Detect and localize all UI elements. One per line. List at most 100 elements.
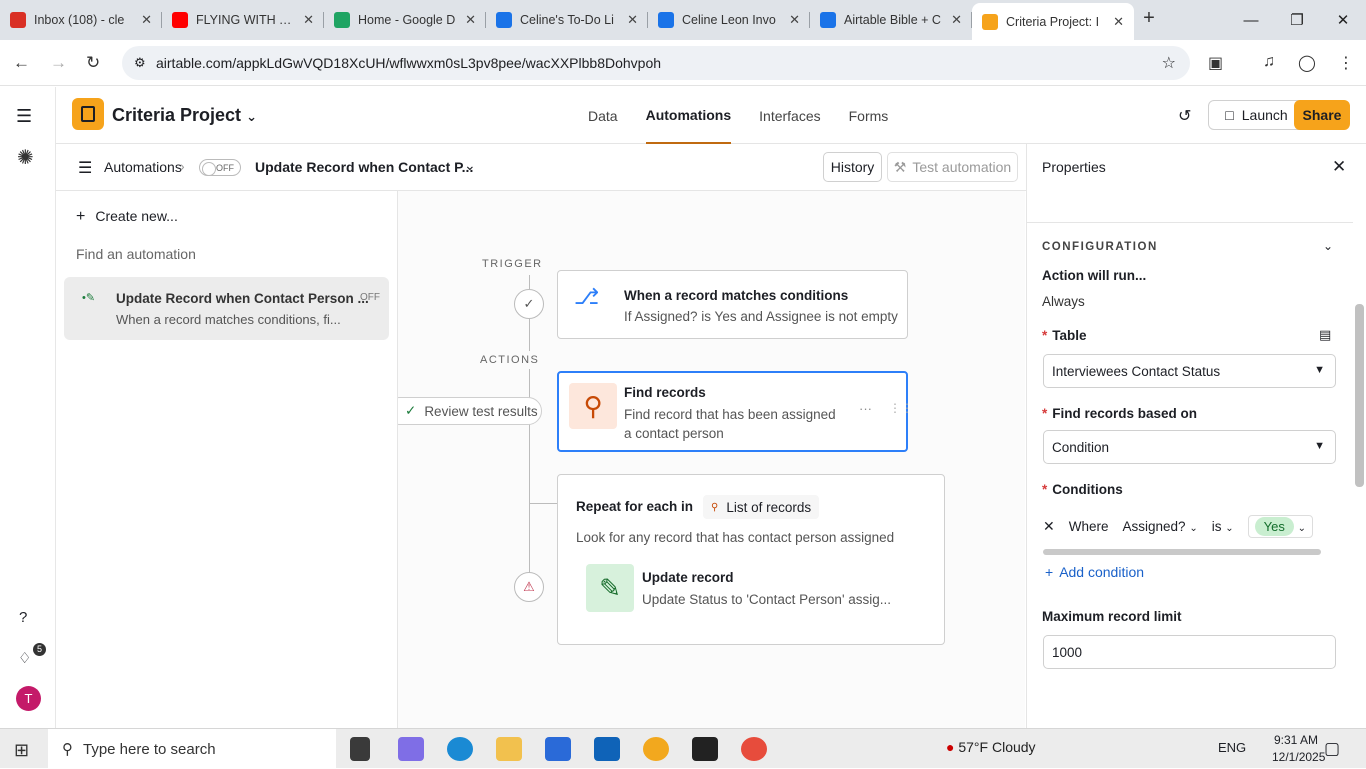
connector bbox=[529, 503, 557, 504]
browser-tab[interactable]: FLYING WITH TH ✕ bbox=[162, 3, 324, 37]
automation-name[interactable]: Update Record when Contact P... bbox=[255, 159, 473, 175]
base-logo-icon[interactable] bbox=[72, 98, 104, 130]
find-desc: Find record that has been assigned bbox=[624, 407, 836, 422]
language-indicator[interactable]: ENG bbox=[1218, 740, 1246, 755]
find-automation-input[interactable]: Find an automation bbox=[76, 246, 196, 262]
automation-toggle[interactable]: OFF bbox=[199, 159, 241, 176]
minimize-icon[interactable]: — bbox=[1228, 0, 1274, 40]
copilot-icon[interactable] bbox=[398, 737, 424, 761]
plus-icon: + bbox=[76, 208, 86, 225]
properties-panel: Properties ✕ CONFIGURATION ⌄ Action will… bbox=[1026, 144, 1366, 728]
weather-text[interactable]: 57°F Cloudy bbox=[958, 739, 1035, 755]
history-button[interactable]: History bbox=[823, 152, 882, 182]
table-select[interactable]: Interviewees Contact Status ▼ bbox=[1043, 354, 1336, 388]
warning-icon: ⚠ bbox=[514, 572, 544, 602]
share-button[interactable]: Share bbox=[1294, 100, 1350, 130]
revision-history-icon[interactable]: ↺ bbox=[1178, 106, 1191, 126]
chevron-down-icon[interactable]: ⌄ bbox=[1323, 239, 1333, 253]
close-tab-icon[interactable]: ✕ bbox=[951, 12, 962, 28]
chrome-icon[interactable] bbox=[741, 737, 767, 761]
tab-forms[interactable]: Forms bbox=[849, 87, 889, 144]
flask-icon: ⚒ bbox=[893, 158, 907, 175]
close-tab-icon[interactable]: ✕ bbox=[303, 12, 314, 28]
back-icon[interactable]: ← bbox=[13, 53, 30, 73]
create-new-button[interactable]: + Create new... bbox=[76, 208, 178, 226]
media-icon[interactable]: ♫ bbox=[1263, 53, 1275, 71]
restore-icon[interactable]: ❐ bbox=[1274, 0, 1320, 40]
launch-button[interactable]: □ Launch bbox=[1208, 100, 1305, 130]
menu-icon[interactable]: ⋮ bbox=[1338, 53, 1354, 73]
omni-icon[interactable]: ✺ bbox=[17, 145, 34, 170]
clock[interactable]: 9:31 AM 12/1/2025 bbox=[1272, 732, 1325, 766]
find-based-select[interactable]: Condition ▼ bbox=[1043, 430, 1336, 464]
condition-value-select[interactable]: Yes ⌄ bbox=[1247, 514, 1313, 538]
browser-tab[interactable]: Inbox (108) - cle ✕ bbox=[0, 3, 162, 37]
sticky-app-icon[interactable] bbox=[692, 737, 718, 761]
remove-condition-icon[interactable]: ✕ bbox=[1043, 518, 1055, 535]
automation-list-item[interactable]: •✎ Update Record when Contact Person ...… bbox=[64, 277, 389, 340]
url-field[interactable]: ⚙ airtable.com/appkLdGwVQD18XcUH/wflwwxm… bbox=[122, 46, 1190, 80]
home-icon[interactable]: ☰ bbox=[16, 106, 32, 127]
more-icon[interactable]: ··· bbox=[859, 401, 872, 416]
chevron-down-icon: ▼ bbox=[1314, 364, 1325, 376]
search-icon: ⚲ bbox=[711, 501, 719, 513]
tab-interfaces[interactable]: Interfaces bbox=[759, 87, 820, 144]
trigger-card[interactable]: ⎇ When a record matches conditions If As… bbox=[557, 270, 908, 339]
edge-icon[interactable] bbox=[447, 737, 473, 761]
tab-favicon-icon bbox=[820, 12, 836, 28]
find-records-card[interactable]: ⚲ Find records Find record that has been… bbox=[557, 371, 913, 452]
scrollbar[interactable] bbox=[1355, 304, 1364, 487]
close-tab-icon[interactable]: ✕ bbox=[465, 12, 476, 28]
forward-icon[interactable]: → bbox=[50, 53, 67, 73]
outlook-icon[interactable] bbox=[594, 737, 620, 761]
close-tab-icon[interactable]: ✕ bbox=[627, 12, 638, 28]
drag-handle-icon[interactable]: ⋮⋮ bbox=[889, 401, 913, 415]
close-tab-icon[interactable]: ✕ bbox=[789, 12, 800, 28]
list-token[interactable]: ⚲ List of records bbox=[703, 495, 820, 519]
close-tab-icon[interactable]: ✕ bbox=[1113, 14, 1124, 30]
task-view-icon[interactable] bbox=[350, 737, 370, 761]
browser-tab[interactable]: Home - Google D ✕ bbox=[324, 3, 486, 37]
repeat-card[interactable]: Repeat for each in ⚲ List of records Look… bbox=[557, 474, 945, 645]
browser-tab[interactable]: Celine Leon Invo ✕ bbox=[648, 3, 810, 37]
app-icon[interactable] bbox=[643, 737, 669, 761]
max-record-input[interactable]: 1000 bbox=[1043, 635, 1336, 669]
test-automation-button[interactable]: ⚒ Test automation bbox=[887, 152, 1018, 182]
add-condition-button[interactable]: + Add condition bbox=[1045, 564, 1144, 580]
avatar[interactable]: T bbox=[16, 686, 41, 711]
tab-favicon-icon bbox=[10, 12, 26, 28]
bookmark-star-icon[interactable]: ☆ bbox=[1162, 53, 1176, 73]
reload-icon[interactable]: ↻ bbox=[86, 53, 100, 73]
windows-start-icon[interactable]: ⊞ bbox=[14, 740, 29, 761]
horizontal-scrollbar[interactable] bbox=[1043, 549, 1321, 555]
browser-tab[interactable]: Airtable Bible + C ✕ bbox=[810, 3, 972, 37]
close-tab-icon[interactable]: ✕ bbox=[141, 12, 152, 28]
close-window-icon[interactable]: ✕ bbox=[1320, 0, 1366, 40]
hamburger-icon[interactable]: ☰ bbox=[78, 158, 92, 178]
help-icon[interactable]: ? bbox=[19, 609, 27, 626]
base-name[interactable]: Criteria Project ⌄ bbox=[112, 105, 257, 126]
profile-icon[interactable]: ◯ bbox=[1298, 53, 1316, 73]
new-tab-button[interactable]: + bbox=[1134, 7, 1164, 30]
file-explorer-icon[interactable] bbox=[496, 737, 522, 761]
condition-operator-select[interactable]: is ⌄ bbox=[1212, 519, 1234, 534]
expand-table-icon[interactable]: ▤ bbox=[1319, 327, 1331, 343]
chevron-down-icon[interactable]: ⌄ bbox=[464, 157, 476, 174]
trigger-title: When a record matches conditions bbox=[624, 288, 849, 303]
taskbar-search-input[interactable]: ⚲ Type here to search bbox=[48, 729, 336, 769]
notifications-icon[interactable]: ♢ bbox=[18, 649, 31, 667]
condition-field-select[interactable]: Assigned? ⌄ bbox=[1123, 519, 1198, 534]
store-icon[interactable] bbox=[545, 737, 571, 761]
browser-tab[interactable]: Criteria Project: I ✕ bbox=[972, 3, 1134, 40]
tab-favicon-icon bbox=[496, 12, 512, 28]
tab-data[interactable]: Data bbox=[588, 87, 618, 144]
cast-icon[interactable]: ▣ bbox=[1208, 53, 1223, 73]
review-test-results-button[interactable]: ✓ Review test results bbox=[398, 397, 542, 425]
site-info-icon[interactable]: ⚙ bbox=[134, 55, 146, 71]
browser-tab[interactable]: Celine's To-Do Li ✕ bbox=[486, 3, 648, 37]
plus-icon: + bbox=[1045, 564, 1054, 580]
close-icon[interactable]: ✕ bbox=[1332, 157, 1346, 177]
action-center-icon[interactable]: ▢ bbox=[1324, 739, 1340, 759]
breadcrumb-automations[interactable]: Automations bbox=[104, 159, 182, 175]
tab-automations[interactable]: Automations bbox=[645, 87, 732, 144]
